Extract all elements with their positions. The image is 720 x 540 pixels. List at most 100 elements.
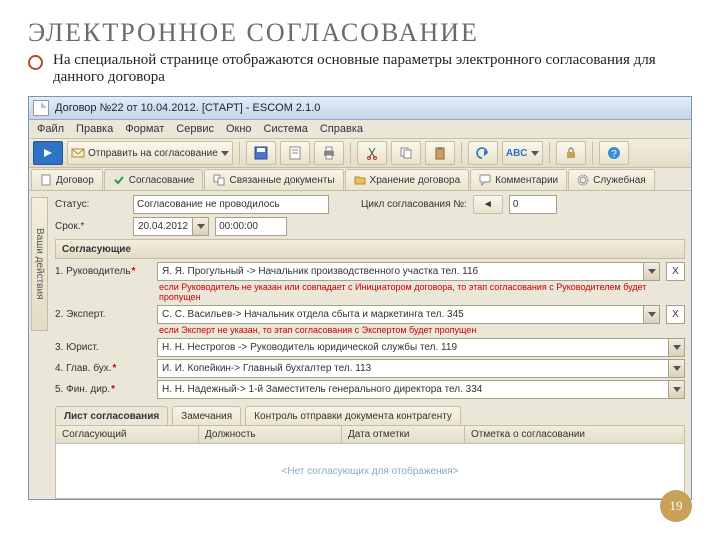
chevron-down-icon [648,312,656,317]
menu-item[interactable]: Справка [320,123,363,135]
folder-icon [354,174,366,186]
approver-5-select[interactable]: Н. Н. Надежный-> 1-й Заместитель генерал… [157,380,685,399]
approver-1-label: 1. Руководитель* [55,266,151,277]
copy-icon [399,146,413,160]
approvers-header: Согласующие [55,239,685,259]
page-number-badge: 19 [660,490,692,522]
gear-icon [577,174,589,186]
lock-icon [564,146,578,160]
slide-subtitle: На специальной странице отображаются осн… [53,52,692,86]
dropdown-button[interactable] [192,218,208,235]
status-field: Согласование не проводилось [133,195,329,214]
properties-button[interactable] [280,141,310,165]
dropdown-button[interactable] [668,339,684,356]
deadline-date-value: 20.04.2012 [134,221,192,232]
tab-label: Служебная [593,175,646,186]
approver-1-select[interactable]: Я. Я. Прогульный -> Начальник производст… [157,262,660,281]
tab-label: Согласование [129,175,195,186]
paste-button[interactable] [425,141,455,165]
approver-4-select[interactable]: И. И. Копейкин-> Главный бухгалтер тел. … [157,359,685,378]
svg-text:?: ? [611,149,617,160]
help-button[interactable]: ? [599,141,629,165]
side-panel-label[interactable]: Ваши действия [31,197,48,331]
undo-icon [476,147,490,159]
window-title: Договор №22 от 10.04.2012. [СТАРТ] - ESC… [55,102,320,114]
approver-2-hint: если Эксперт не указан, то этап согласов… [159,325,685,335]
menu-item[interactable]: Система [264,123,308,135]
dropdown-button[interactable] [668,360,684,377]
slide-title: ЭЛЕКТРОННОЕ СОГЛАСОВАНИЕ [28,18,692,48]
mail-icon [71,147,85,159]
status-label: Статус: [55,199,127,210]
chevron-down-icon [648,269,656,274]
toolbar: Отправить на согласование ABC ? [29,139,691,168]
dropdown-button[interactable] [643,306,659,323]
cut-button[interactable] [357,141,387,165]
subtab-remarks[interactable]: Замечания [172,406,241,425]
help-icon: ? [607,146,621,160]
col-approver: Согласующий [56,426,199,443]
tab-comments[interactable]: Комментарии [470,169,567,190]
dropdown-button[interactable] [643,263,659,280]
tab-label: Связанные документы [229,175,334,186]
tab-storage[interactable]: Хранение договора [345,169,470,190]
approver-1-value: Я. Я. Прогульный -> Начальник производст… [158,266,643,277]
subtab-approval-sheet[interactable]: Лист согласования [55,406,168,425]
document-icon [40,174,52,186]
approver-2-value: С. С. Васильев-> Начальник отдела сбыта … [158,309,643,320]
chevron-down-icon [673,366,681,371]
lock-button[interactable] [556,141,586,165]
dropdown-button[interactable] [668,381,684,398]
floppy-icon [254,146,268,160]
chevron-down-icon [197,224,205,229]
bullet-icon [28,55,43,70]
print-button[interactable] [314,141,344,165]
comment-icon [479,174,491,186]
send-for-approval-button[interactable]: Отправить на согласование [67,141,233,165]
deadline-time-input[interactable]: 00:00:00 [215,217,287,236]
save-button[interactable] [246,141,276,165]
tab-approval[interactable]: Согласование [104,169,204,190]
link-icon [213,174,225,186]
undo-button[interactable] [468,141,498,165]
play-button[interactable] [33,141,63,165]
col-position: Должность [199,426,342,443]
sheet-icon [288,146,302,160]
tab-service[interactable]: Служебная [568,169,655,190]
spellcheck-button[interactable]: ABC [502,141,543,165]
tab-contract[interactable]: Договор [31,169,103,190]
deadline-date-input[interactable]: 20.04.2012 [133,217,209,236]
menu-item[interactable]: Формат [125,123,164,135]
approver-3-label: 3. Юрист. [55,342,151,353]
col-date: Дата отметки [342,426,465,443]
subtab-send-control[interactable]: Контроль отправки документа контрагенту [245,406,461,425]
sub-tab-bar: Лист согласования Замечания Контроль отп… [55,405,685,425]
approver-5-label: 5. Фин. дир.* [55,384,151,395]
menu-item[interactable]: Окно [226,123,252,135]
approver-4-value: И. И. Копейкин-> Главный бухгалтер тел. … [158,363,668,374]
prev-cycle-button[interactable]: ◄ [473,195,503,214]
menu-item[interactable]: Файл [37,123,64,135]
chevron-down-icon [673,345,681,350]
application-window: Договор №22 от 10.04.2012. [СТАРТ] - ESC… [28,96,692,500]
approver-1-clear-button[interactable]: X [666,262,685,281]
tab-related-docs[interactable]: Связанные документы [204,169,343,190]
main-tab-bar: Договор Согласование Связанные документы… [29,168,691,191]
approver-1-hint: если Руководитель не указан или совпадае… [159,282,685,302]
copy-button[interactable] [391,141,421,165]
cycle-field: 0 [509,195,557,214]
approval-table-body: <Нет согласующих для отображения> [55,444,685,499]
printer-icon [322,146,336,160]
approver-2-clear-button[interactable]: X [666,305,685,324]
scissors-icon [365,146,379,160]
cycle-label: Цикл согласования №: [361,199,467,210]
send-for-approval-label: Отправить на согласование [88,148,218,159]
approver-5-value: Н. Н. Надежный-> 1-й Заместитель генерал… [158,384,668,395]
approver-3-select[interactable]: Н. Н. Нестрогов -> Руководитель юридичес… [157,338,685,357]
tab-label: Договор [56,175,94,186]
menu-item[interactable]: Правка [76,123,113,135]
approver-2-select[interactable]: С. С. Васильев-> Начальник отдела сбыта … [157,305,660,324]
col-mark: Отметка о согласовании [465,426,684,443]
menu-item[interactable]: Сервис [176,123,214,135]
clipboard-icon [433,146,447,160]
